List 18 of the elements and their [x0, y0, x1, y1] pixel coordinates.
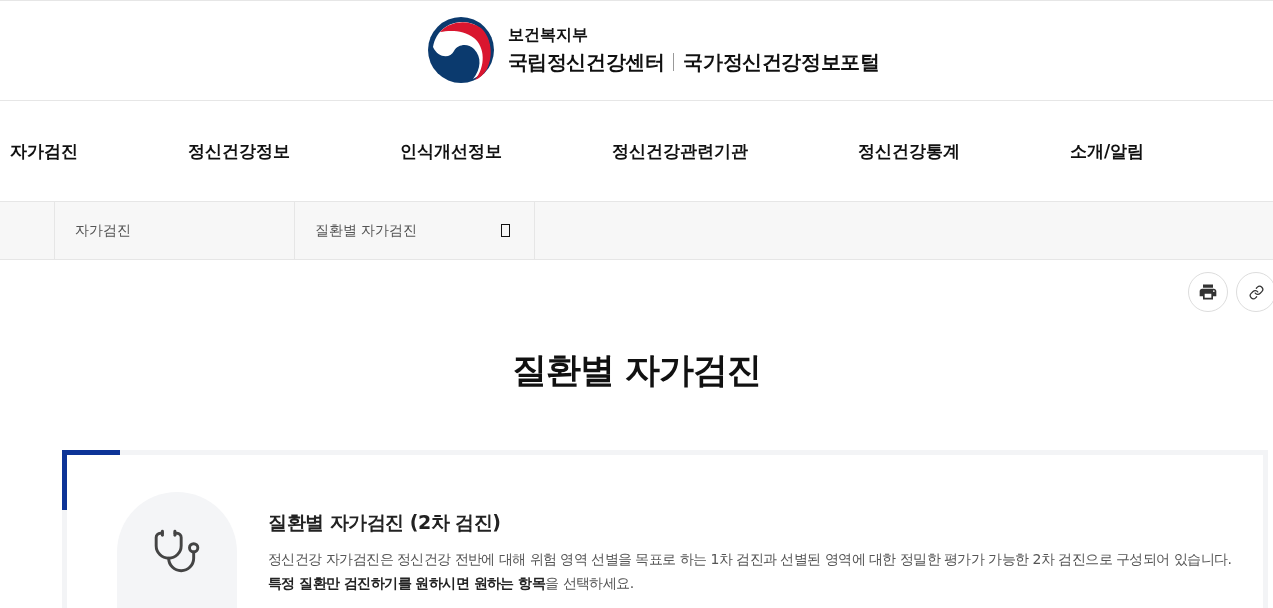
- corner-accent: [62, 450, 120, 510]
- card-title: 질환별 자가검진 (2차 검진): [268, 510, 501, 535]
- emblem-icon: [427, 17, 494, 83]
- link-icon: [1248, 284, 1264, 300]
- card-description: 정신건강 자가검진은 정신건강 전반에 대해 위험 영역 선별을 목표로 하는 1차 검진과 선별된 영역에 대한 정밀한 평가가 가능한 2차 검진으로 구성되어 있습니다. 특정 질환만 검진하기를 원하시면 원하는 항목을 선택하세요.: [268, 550, 1232, 593]
- link-button[interactable]: [1236, 272, 1273, 312]
- printer-icon: [1198, 282, 1218, 302]
- nav-item[interactable]: 정신건강통계: [858, 139, 960, 163]
- nav-item[interactable]: 정신건강관련기관: [612, 139, 748, 163]
- nav-item[interactable]: 소개/알림: [1070, 139, 1145, 163]
- center-name: 국립정신건강센터: [507, 49, 665, 76]
- agency-name: 보건복지부: [507, 24, 588, 46]
- nav-item[interactable]: 정신건강정보: [188, 139, 290, 163]
- nav-item[interactable]: 인식개선정보: [400, 139, 502, 163]
- print-button[interactable]: [1188, 272, 1228, 312]
- nav-item[interactable]: 자가검진: [10, 139, 78, 163]
- portal-name: 국가정신건강정보포털: [683, 49, 880, 76]
- page-title: 질환별 자가검진: [511, 349, 762, 392]
